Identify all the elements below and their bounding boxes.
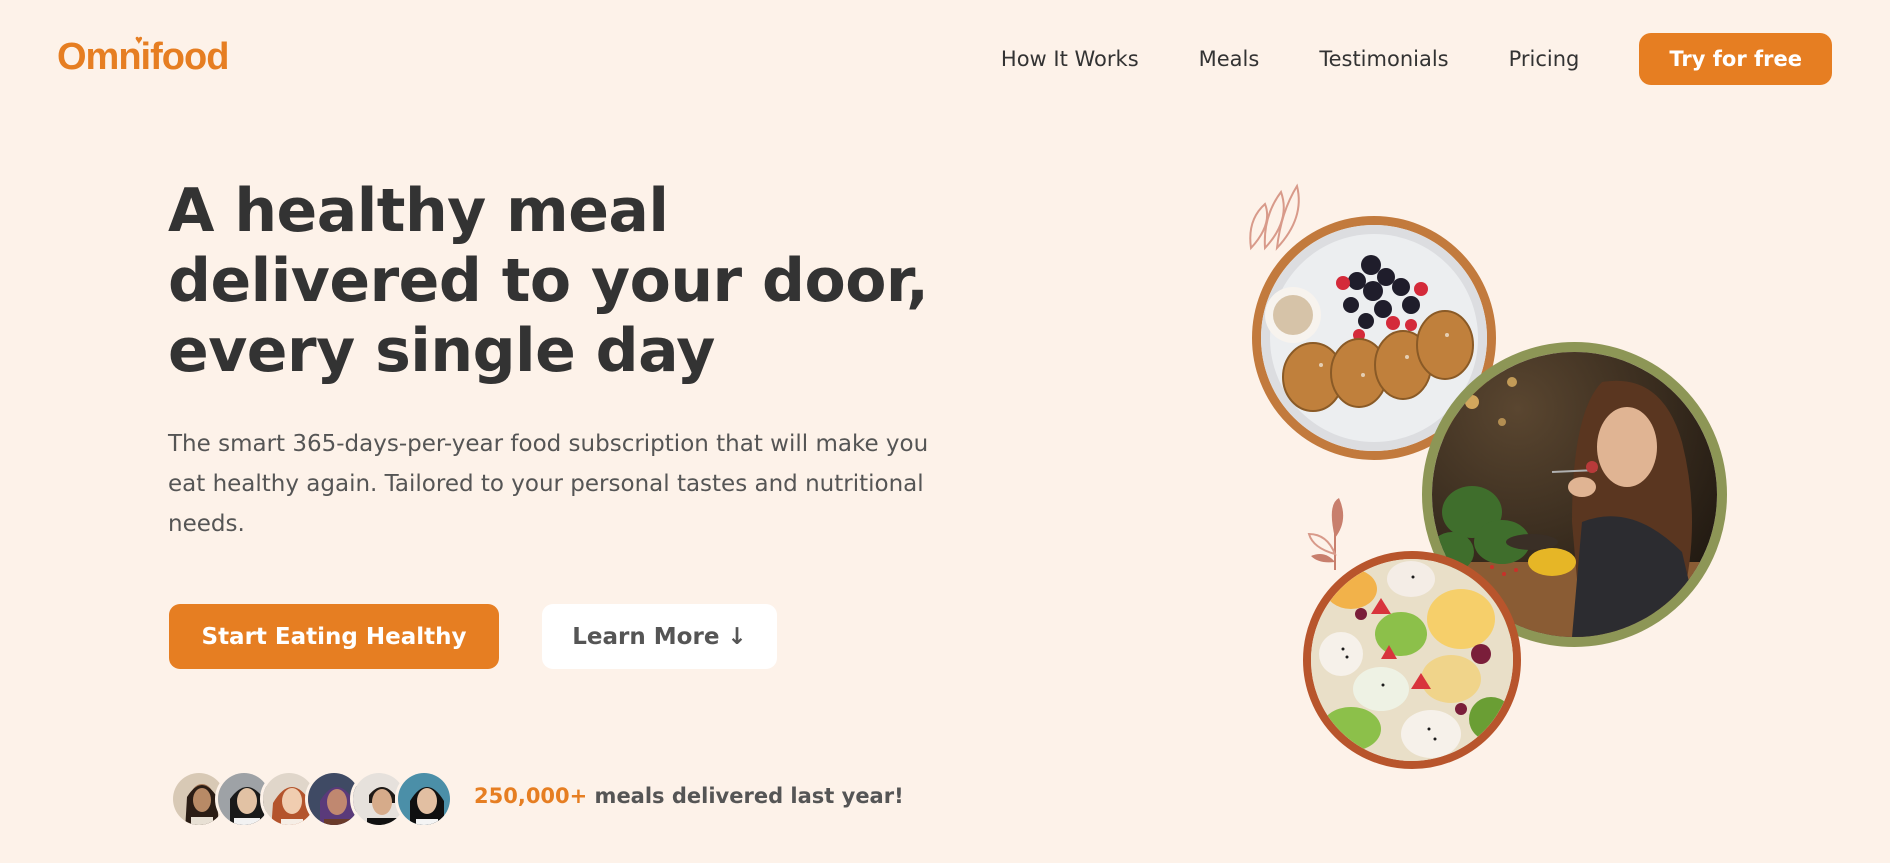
- heart-icon: ♥: [135, 32, 143, 47]
- omnifood-logo[interactable]: Omnifood ♥: [57, 32, 229, 79]
- main-nav: How It Works Meals Testimonials Pricing …: [1001, 33, 1832, 85]
- meals-delivered-number: 250,000+: [474, 784, 588, 808]
- meals-delivered-label: meals delivered last year!: [587, 784, 904, 808]
- logo-text: Omnifood: [57, 36, 229, 78]
- nav-link-how-it-works[interactable]: How It Works: [1001, 47, 1139, 71]
- fruit-salad-image: [1303, 551, 1521, 769]
- nav-link-testimonials[interactable]: Testimonials: [1319, 47, 1448, 71]
- nav-link-meals[interactable]: Meals: [1199, 47, 1260, 71]
- start-eating-healthy-button[interactable]: Start Eating Healthy: [169, 604, 499, 669]
- site-header: Omnifood ♥ How It Works Meals Testimonia…: [0, 0, 1890, 118]
- nav-link-pricing[interactable]: Pricing: [1509, 47, 1580, 71]
- hero-title: A healthy meal delivered to your door, e…: [168, 176, 929, 386]
- avatar: [395, 770, 453, 828]
- sprout-decoration-icon: [1307, 498, 1344, 570]
- meals-delivered-text: 250,000+ meals delivered last year!: [474, 784, 904, 808]
- learn-more-button[interactable]: Learn More ↓: [542, 604, 777, 669]
- hero-description: The smart 365-days-per-year food subscri…: [168, 431, 929, 537]
- try-for-free-button[interactable]: Try for free: [1639, 33, 1832, 85]
